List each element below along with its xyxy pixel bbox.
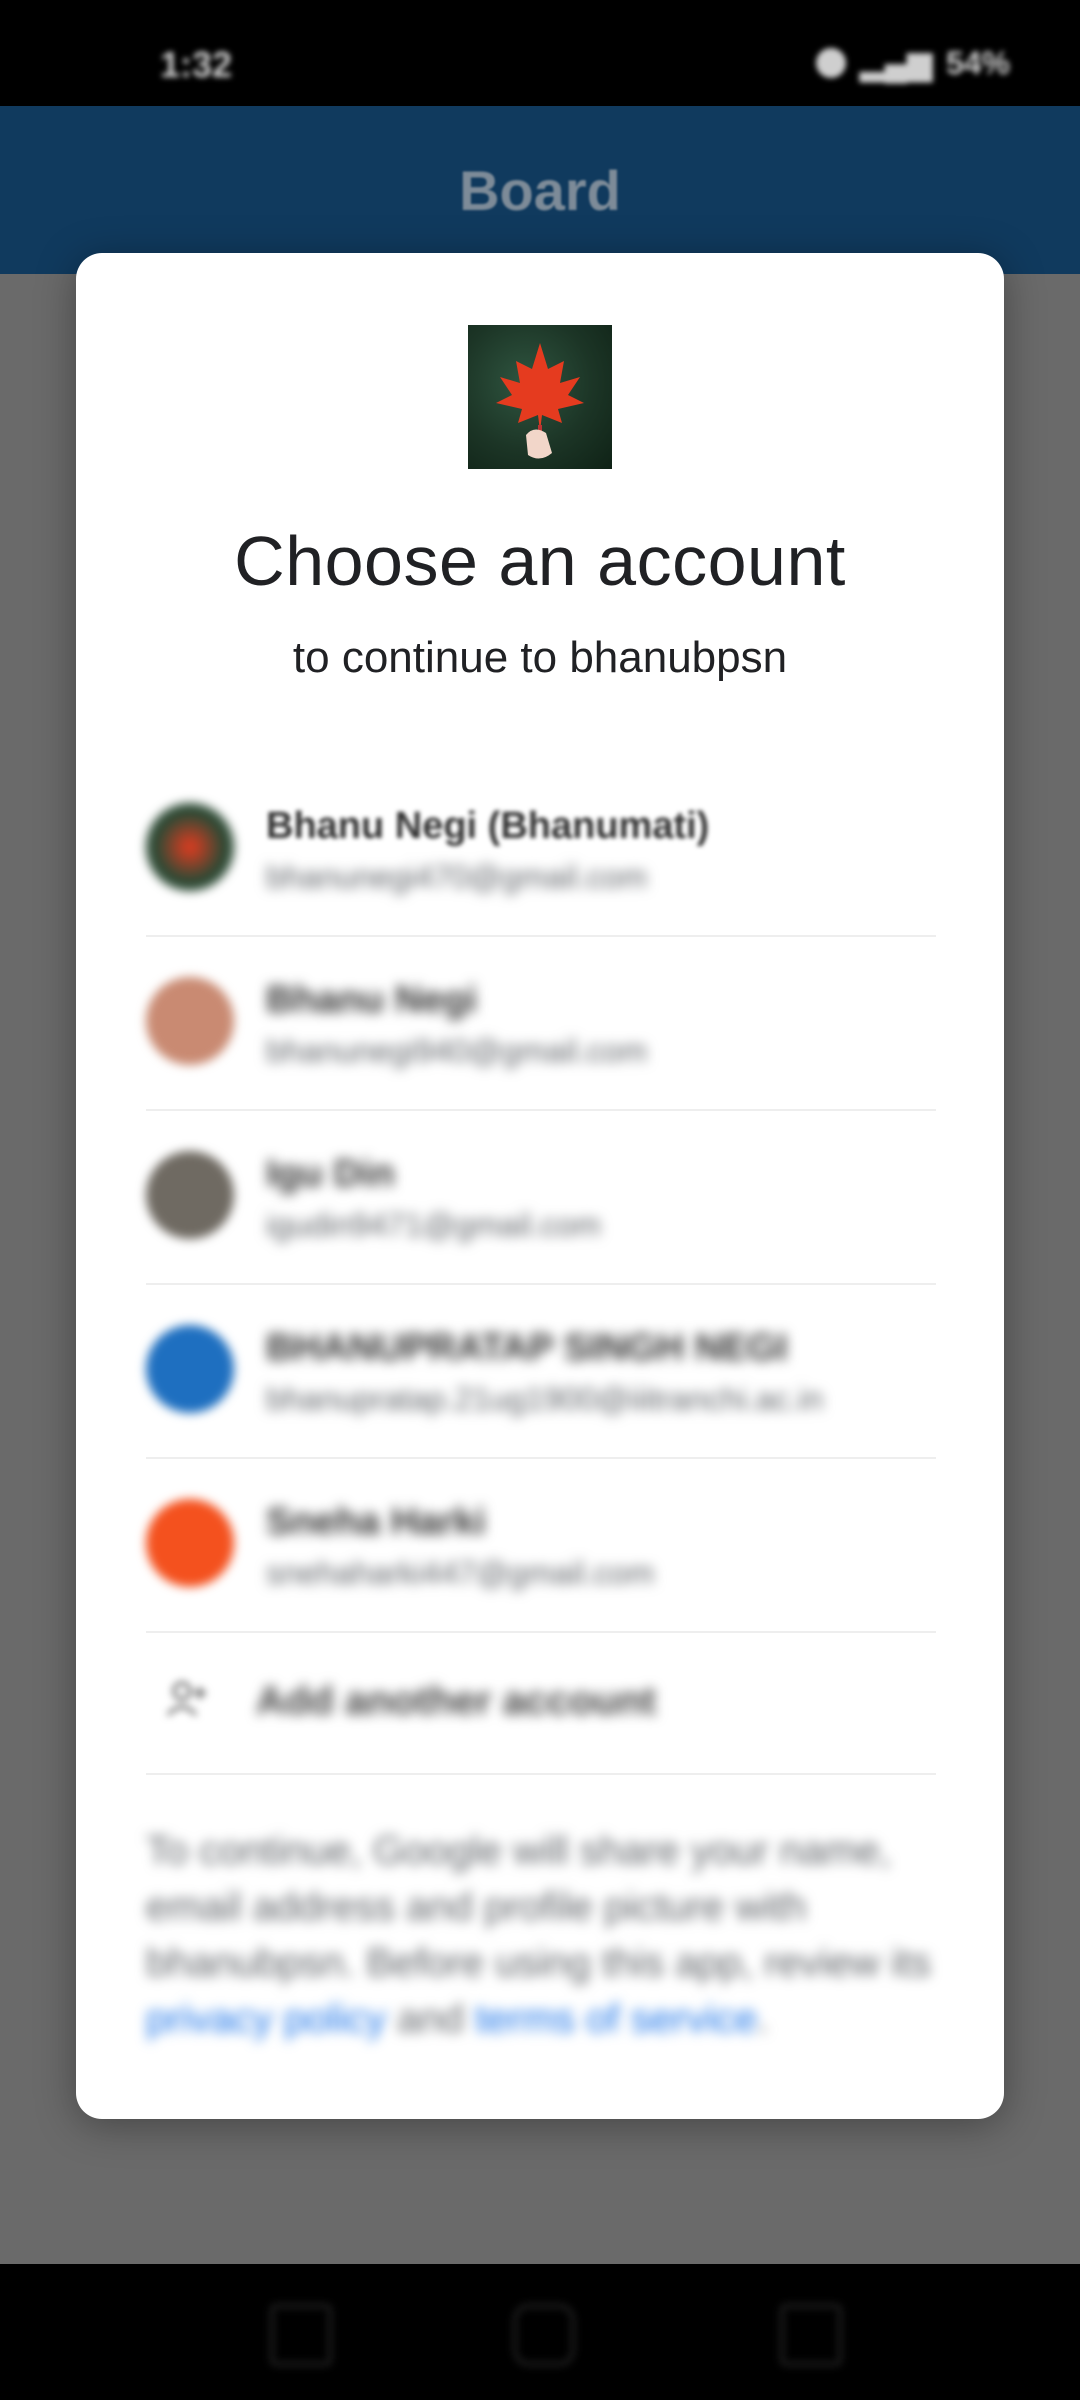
account-email: snehaharki447@gmail.com: [266, 1555, 655, 1591]
disclaimer-text: To continue, Google will share your name…: [146, 1823, 936, 2047]
terms-of-service-link[interactable]: terms of service: [475, 1997, 757, 2041]
avatar: [146, 803, 234, 891]
account-email: bhanupratap.21ug1900@iiitranchi.ac.in: [266, 1381, 824, 1417]
battery-percent: 54%: [945, 44, 1010, 81]
add-person-icon: [166, 1681, 206, 1717]
disclaimer-body: To continue, Google will share your name…: [146, 1829, 931, 1985]
home-icon[interactable]: [513, 2304, 575, 2366]
status-icons: ▂▄▆ 54%: [816, 44, 1010, 82]
account-row[interactable]: Sneha Harki snehaharki447@gmail.com: [146, 1459, 936, 1633]
avatar: [146, 977, 234, 1065]
app-title: Board: [459, 159, 621, 222]
account-name: Bhanu Negi: [266, 979, 478, 1021]
account-email: bhanunegi470@gmail.com: [266, 859, 648, 895]
account-row[interactable]: Igu Din igudin9471@gmail.com: [146, 1111, 936, 1285]
privacy-policy-link[interactable]: privacy policy: [146, 1997, 386, 2041]
app-bar: Board: [0, 106, 1080, 274]
dialog-subtitle: to continue to bhanubpsn: [292, 633, 788, 682]
account-chooser-dialog: Choose an account to continue to bhanubp…: [76, 253, 1004, 2119]
account-list: Bhanu Negi (Bhanumati) bhanunegi470@gmai…: [146, 763, 936, 1775]
disclaimer-and: and: [386, 1997, 476, 2041]
dialog-title: Choose an account: [234, 522, 846, 600]
account-name: Igu Din: [266, 1153, 395, 1195]
add-account-button[interactable]: Add another account: [146, 1633, 936, 1775]
account-email: bhanunegi940@gmail.com: [266, 1033, 648, 1069]
avatar: [146, 1151, 234, 1239]
add-account-label: Add another account: [256, 1679, 657, 1723]
account-email: igudin9471@gmail.com: [266, 1207, 601, 1243]
account-name: Bhanu Negi (Bhanumati): [266, 805, 710, 847]
status-bar: 1:32 ▂▄▆ 54%: [0, 0, 1080, 106]
account-row[interactable]: Bhanu Negi (Bhanumati) bhanunegi470@gmai…: [146, 763, 936, 937]
account-row[interactable]: BHANUPRATAP SINGH NEGI bhanupratap.21ug1…: [146, 1285, 936, 1459]
recents-icon[interactable]: [270, 2304, 332, 2366]
back-icon[interactable]: [780, 2304, 842, 2366]
maple-leaf-icon: [468, 325, 612, 469]
signal-icon: ▂▄▆: [860, 45, 932, 81]
account-name: Sneha Harki: [266, 1501, 486, 1543]
account-name: BHANUPRATAP SINGH NEGI: [266, 1327, 788, 1369]
avatar: [146, 1499, 234, 1587]
disclaimer-period: .: [757, 1997, 769, 2041]
status-time: 1:32: [160, 44, 233, 85]
account-row[interactable]: Bhanu Negi bhanunegi940@gmail.com: [146, 937, 936, 1111]
alarm-icon: [816, 48, 847, 78]
avatar: [146, 1325, 234, 1413]
navigation-bar: [0, 2264, 1080, 2400]
